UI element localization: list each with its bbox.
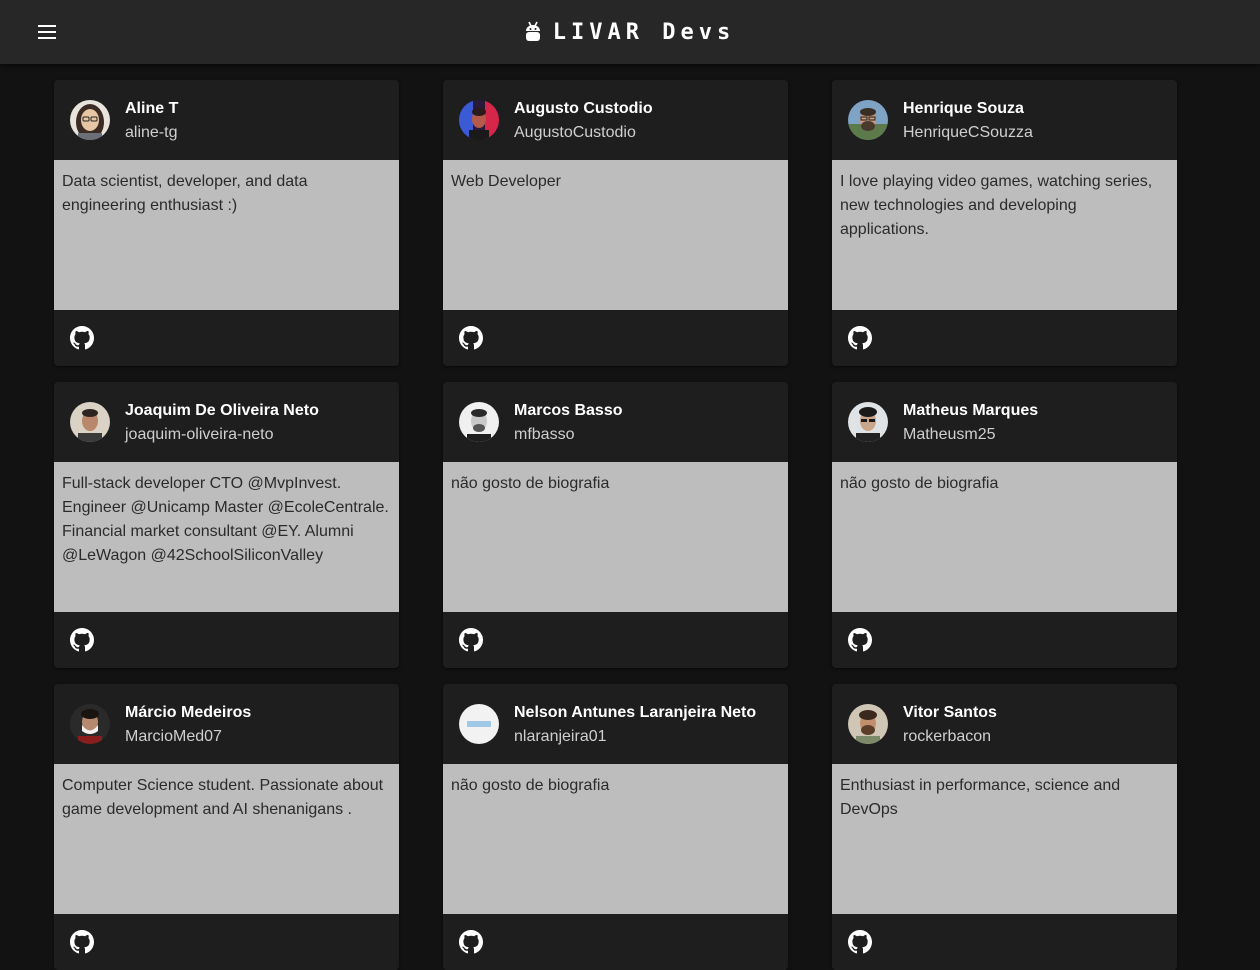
dev-bio: não gosto de biografia (832, 462, 1177, 612)
dev-username: MarcioMed07 (125, 727, 222, 745)
card-header: Marcos Basso mfbasso (443, 382, 788, 462)
github-link[interactable] (459, 930, 483, 954)
github-link[interactable] (848, 930, 872, 954)
dev-card: Matheus Marques Matheusm25 não gosto de … (832, 382, 1177, 668)
dev-name: Nelson Antunes Laranjeira Neto (514, 703, 757, 721)
dev-bio: Enthusiast in performance, science and D… (832, 764, 1177, 914)
dev-bio: Full-stack developer CTO @MvpInvest. Eng… (54, 462, 399, 612)
github-link[interactable] (459, 326, 483, 350)
app-title: LIVAR Devs (552, 19, 736, 45)
dev-bio: não gosto de biografia (443, 462, 788, 612)
avatar (848, 100, 888, 140)
dev-username: rockerbacon (903, 727, 992, 745)
card-actions (443, 612, 788, 668)
dev-card: Joaquim De Oliveira Neto joaquim-oliveir… (54, 382, 399, 668)
card-actions (832, 612, 1177, 668)
avatar (70, 100, 110, 140)
dev-name: Joaquim De Oliveira Neto (125, 401, 319, 419)
github-link[interactable] (70, 930, 94, 954)
github-link[interactable] (848, 628, 872, 652)
dev-name: Marcos Basso (514, 401, 623, 419)
avatar (459, 100, 499, 140)
dev-bio: I love playing video games, watching ser… (832, 160, 1177, 310)
dev-name: Matheus Marques (903, 401, 1039, 419)
app-bar: LIVAR Devs (0, 0, 1260, 64)
dev-username: mfbasso (514, 425, 575, 443)
github-link[interactable] (848, 326, 872, 350)
avatar (459, 704, 499, 744)
dev-username: nlaranjeira01 (514, 727, 607, 745)
dev-name: Vitor Santos (903, 703, 997, 721)
card-actions (443, 914, 788, 970)
dev-bio: Data scientist, developer, and data engi… (54, 160, 399, 310)
github-icon (848, 930, 872, 954)
dev-username: AugustoCustodio (514, 123, 636, 141)
dev-name: Henrique Souza (903, 99, 1024, 117)
card-header: Henrique Souza HenriqueCSouzza (832, 80, 1177, 160)
avatar (848, 402, 888, 442)
dev-card: Aline T aline-tg Data scientist, develop… (54, 80, 399, 366)
card-header: Vitor Santos rockerbacon (832, 684, 1177, 764)
dev-name: Augusto Custodio (514, 99, 653, 117)
card-actions (54, 612, 399, 668)
dev-card: Vitor Santos rockerbacon Enthusiast in p… (832, 684, 1177, 970)
dev-username: Matheusm25 (903, 425, 996, 443)
dev-card: Marcos Basso mfbasso não gosto de biogra… (443, 382, 788, 668)
card-header: Augusto Custodio AugustoCustodio (443, 80, 788, 160)
card-actions (54, 914, 399, 970)
avatar (459, 402, 499, 442)
card-actions (54, 310, 399, 366)
card-actions (832, 914, 1177, 970)
github-link[interactable] (70, 326, 94, 350)
github-icon (459, 930, 483, 954)
avatar (70, 704, 110, 744)
github-icon (70, 628, 94, 652)
dev-username: HenriqueCSouzza (903, 123, 1033, 141)
android-icon (525, 21, 540, 41)
dev-bio: Computer Science student. Passionate abo… (54, 764, 399, 914)
github-icon (848, 628, 872, 652)
avatar (848, 704, 888, 744)
card-header: Aline T aline-tg (54, 80, 399, 160)
dev-bio: não gosto de biografia (443, 764, 788, 914)
dev-card: Augusto Custodio AugustoCustodio Web Dev… (443, 80, 788, 366)
card-actions (443, 310, 788, 366)
dev-username: aline-tg (125, 123, 178, 141)
card-header: Márcio Medeiros MarcioMed07 (54, 684, 399, 764)
github-icon (848, 326, 872, 350)
github-icon (70, 326, 94, 350)
card-header: Joaquim De Oliveira Neto joaquim-oliveir… (54, 382, 399, 462)
card-header: Matheus Marques Matheusm25 (832, 382, 1177, 462)
dev-card: Henrique Souza HenriqueCSouzza I love pl… (832, 80, 1177, 366)
avatar (70, 402, 110, 442)
dev-bio: Web Developer (443, 160, 788, 310)
github-icon (459, 326, 483, 350)
dev-name: Aline T (125, 99, 179, 117)
dev-card: Nelson Antunes Laranjeira Neto nlaranjei… (443, 684, 788, 970)
github-link[interactable] (459, 628, 483, 652)
github-icon (70, 930, 94, 954)
dev-name: Márcio Medeiros (125, 703, 252, 721)
dev-username: joaquim-oliveira-neto (125, 425, 274, 443)
github-icon (459, 628, 483, 652)
github-link[interactable] (70, 628, 94, 652)
devs-grid: Aline T aline-tg Data scientist, develop… (54, 80, 1178, 970)
app-brand: LIVAR Devs (0, 0, 1260, 64)
card-header: Nelson Antunes Laranjeira Neto nlaranjei… (443, 684, 788, 764)
card-actions (832, 310, 1177, 366)
dev-card: Márcio Medeiros MarcioMed07 Computer Sci… (54, 684, 399, 970)
